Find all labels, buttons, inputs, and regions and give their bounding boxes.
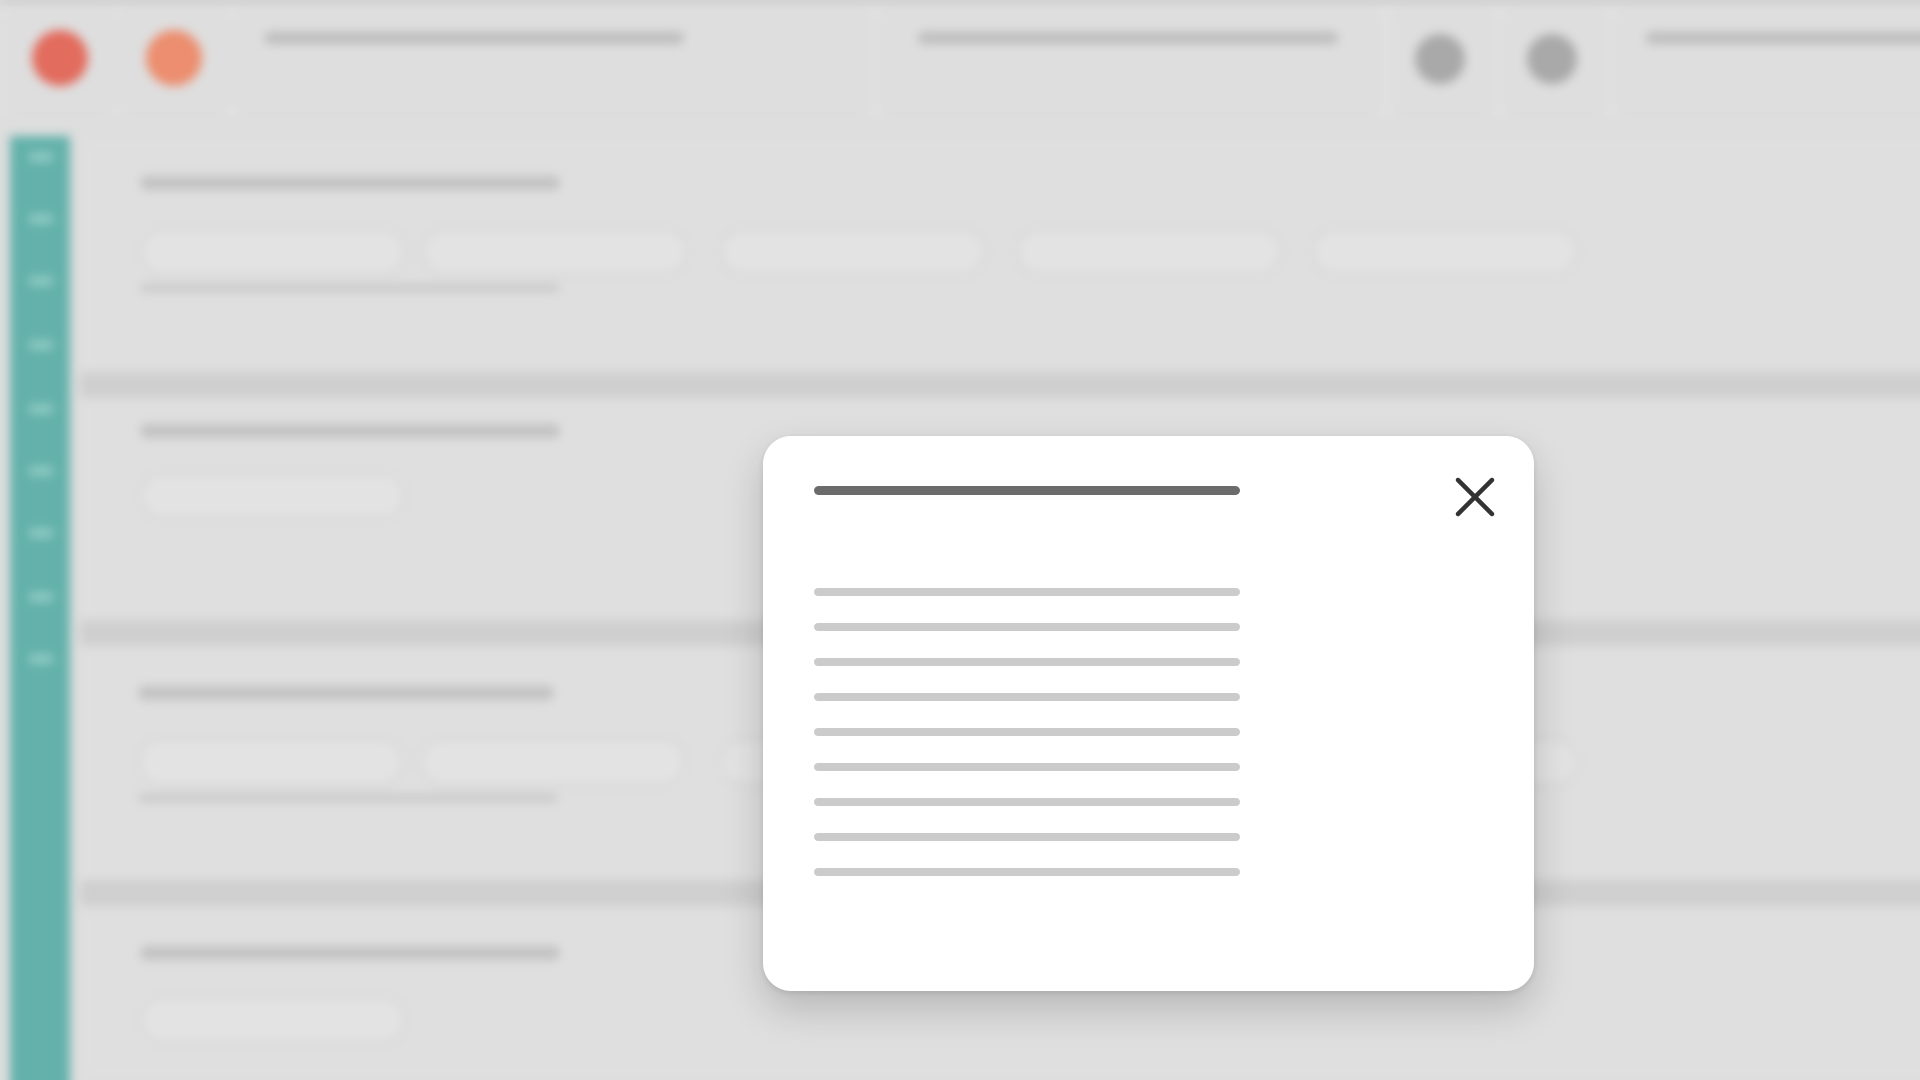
sidebar-item[interactable] — [28, 340, 54, 350]
app-window — [0, 0, 1920, 1080]
sidebar-item[interactable] — [28, 528, 54, 538]
toolbar-minimize-cell[interactable] — [120, 8, 228, 112]
filter-chip[interactable] — [138, 738, 404, 786]
toolbar-right-cell[interactable] — [1616, 8, 1920, 112]
modal-title — [814, 486, 1240, 495]
section-title — [138, 686, 554, 700]
filter-chip[interactable] — [720, 228, 986, 276]
modal-body-line — [814, 623, 1240, 631]
section-divider — [80, 372, 1920, 398]
toolbar-action-cell-1[interactable] — [1392, 8, 1494, 112]
filter-chip[interactable] — [420, 738, 686, 786]
filter-chip[interactable] — [140, 228, 406, 276]
sidebar-item[interactable] — [28, 654, 54, 664]
section-1 — [80, 136, 1920, 372]
toolbar-search-cell[interactable] — [236, 8, 870, 112]
section-caption — [140, 284, 560, 292]
filter-chip[interactable] — [140, 472, 406, 520]
sidebar-item[interactable] — [28, 152, 54, 162]
filter-chip[interactable] — [1312, 228, 1578, 276]
sidebar-item[interactable] — [28, 214, 54, 224]
section-caption — [138, 794, 558, 802]
sidebar-item[interactable] — [28, 466, 54, 476]
modal-dialog — [763, 436, 1534, 991]
settings-icon[interactable] — [1415, 34, 1465, 84]
toolbar-action-cell-2[interactable] — [1504, 8, 1606, 112]
section-title — [140, 424, 560, 438]
filter-chip[interactable] — [140, 996, 406, 1044]
section-title — [140, 176, 560, 190]
sidebar — [10, 136, 70, 1080]
sidebar-item[interactable] — [28, 404, 54, 414]
window-close-icon[interactable] — [32, 30, 88, 86]
modal-body-line — [814, 693, 1240, 701]
sidebar-item[interactable] — [28, 592, 54, 602]
filter-chip[interactable] — [422, 228, 688, 276]
modal-body-line — [814, 728, 1240, 736]
top-toolbar — [0, 2, 1920, 116]
modal-body-line — [814, 658, 1240, 666]
toolbar-close-cell[interactable] — [6, 8, 114, 112]
modal-body-line — [814, 868, 1240, 876]
close-icon — [1455, 477, 1495, 517]
modal-body-line — [814, 588, 1240, 596]
modal-body-line — [814, 763, 1240, 771]
profile-icon[interactable] — [1527, 34, 1577, 84]
toolbar-right-placeholder — [1646, 32, 1920, 44]
sidebar-item[interactable] — [28, 276, 54, 286]
section-title — [140, 946, 560, 960]
window-minimize-icon[interactable] — [146, 30, 202, 86]
modal-close-button[interactable] — [1446, 468, 1504, 526]
toolbar-search-placeholder — [264, 32, 684, 44]
modal-body-line — [814, 833, 1240, 841]
toolbar-title-cell[interactable] — [880, 8, 1380, 112]
toolbar-title-placeholder — [918, 32, 1338, 44]
filter-chip[interactable] — [1016, 228, 1282, 276]
modal-body-line — [814, 798, 1240, 806]
